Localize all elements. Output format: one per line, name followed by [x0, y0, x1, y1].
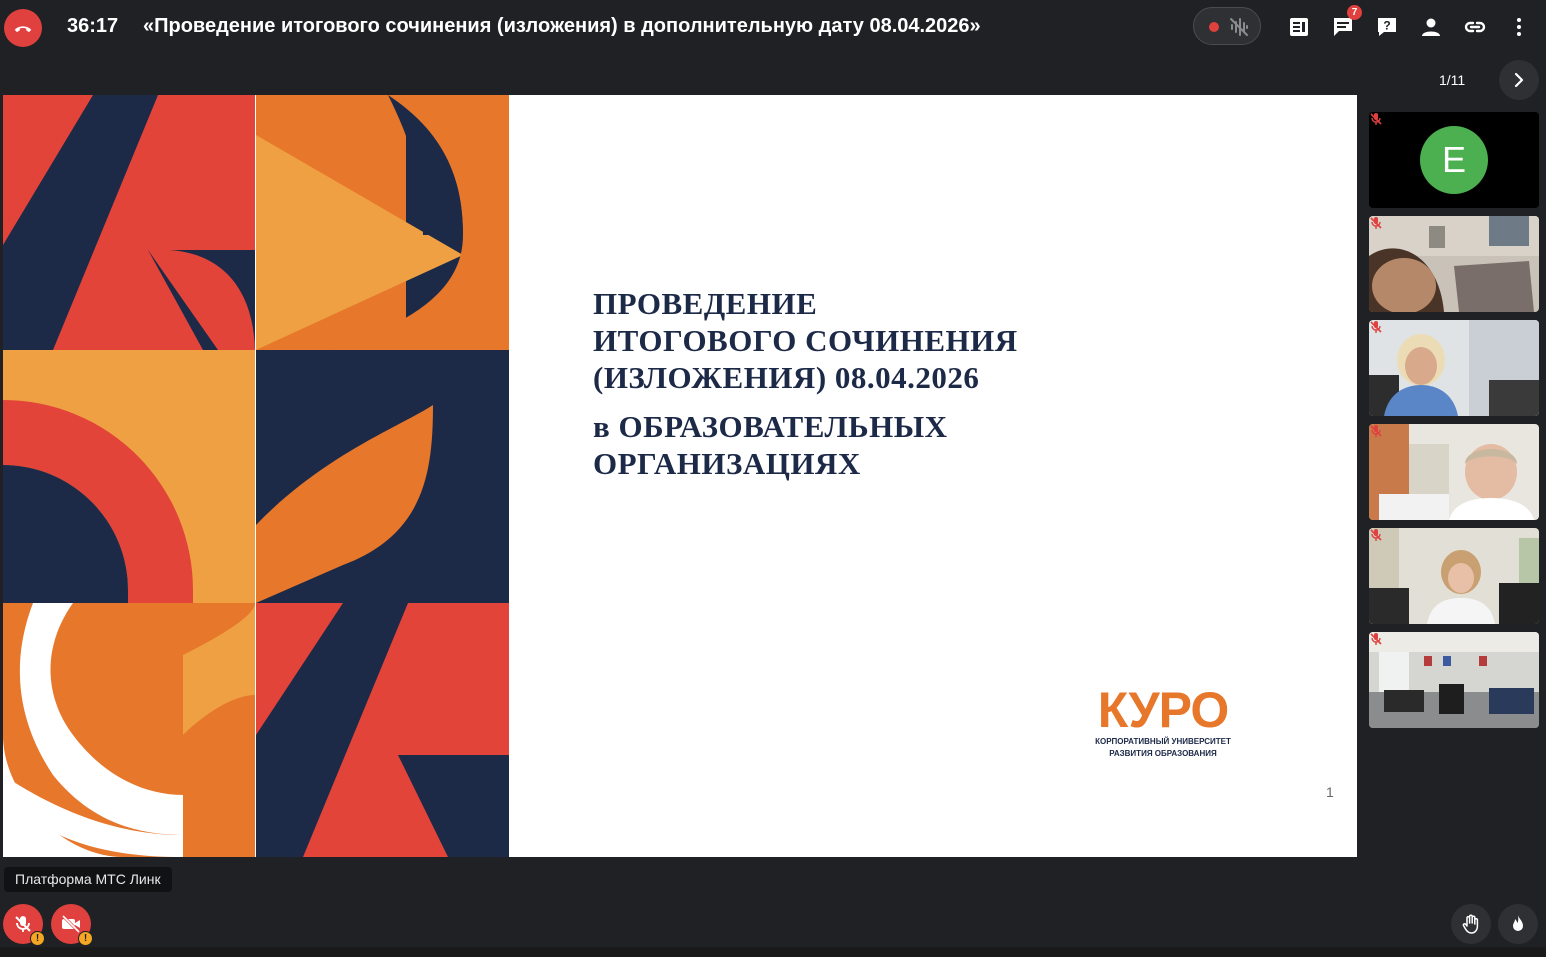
mic-muted-icon [1370, 217, 1382, 229]
more-options-button[interactable] [1506, 14, 1532, 40]
copy-link-button[interactable] [1462, 14, 1488, 40]
notes-button[interactable] [1286, 14, 1312, 40]
document-icon [1290, 18, 1308, 36]
bottom-edge [0, 947, 1546, 957]
participant-tile[interactable] [1369, 632, 1539, 728]
participant-video [1369, 632, 1539, 728]
mic-muted-icon [1370, 321, 1382, 333]
top-bar: 36:17 «Проведение итогового сочинения (и… [0, 0, 1546, 56]
chevron-right-icon [1514, 72, 1524, 88]
recording-indicator[interactable] [1193, 7, 1261, 45]
slide-number: 1 [1326, 784, 1334, 800]
raise-hand-button[interactable] [1451, 904, 1491, 944]
participants-button[interactable] [1418, 14, 1444, 40]
hand-icon [1462, 914, 1479, 934]
slide-title-line: ПРОВЕДЕНИЕ [593, 286, 818, 321]
participant-video [1369, 320, 1539, 416]
participant-tile[interactable] [1369, 320, 1539, 416]
mic-muted-icon [1370, 529, 1382, 541]
slide-title: ПРОВЕДЕНИЕ ИТОГОВОГО СОЧИНЕНИЯ (ИЗЛОЖЕНИ… [593, 285, 1018, 482]
slide-geometric-artwork [3, 95, 509, 857]
kuro-logo: КУРО КОРПОРАТИВНЫЙ УНИВЕРСИТЕТ РАЗВИТИЯ … [1083, 685, 1243, 759]
question-icon: ? [1378, 18, 1396, 36]
participant-tile[interactable] [1369, 528, 1539, 624]
slide-title-line: в ОБРАЗОВАТЕЛЬНЫХ [593, 409, 948, 444]
hangup-button[interactable] [4, 9, 42, 47]
mic-muted-icon [1370, 633, 1382, 645]
voice-off-icon [1230, 18, 1248, 36]
call-timer: 36:17 [67, 15, 119, 37]
reactions-button[interactable] [1498, 904, 1538, 944]
mic-warning-icon: ! [30, 931, 45, 946]
presentation-slide: ПРОВЕДЕНИЕ ИТОГОВОГО СОЧИНЕНИЯ (ИЗЛОЖЕНИ… [3, 95, 1357, 857]
slide-page-counter: 1/11 [1439, 72, 1466, 88]
svg-text:?: ? [1383, 19, 1390, 33]
mic-off-icon [15, 916, 31, 932]
logo-wordmark: КУРО [1097, 682, 1229, 738]
platform-tooltip: Платформа МТС Линк [4, 867, 172, 892]
record-dot-icon [1209, 22, 1219, 32]
fire-icon [1513, 915, 1523, 931]
camera-warning-icon: ! [78, 931, 93, 946]
participant-video [1369, 528, 1539, 624]
participant-video [1369, 424, 1539, 520]
link-icon [1464, 21, 1486, 33]
mic-muted-icon [1370, 113, 1382, 125]
event-title: «Проведение итогового сочинения (изложен… [143, 15, 981, 37]
participant-video [1369, 216, 1539, 312]
help-button[interactable]: ? [1374, 14, 1400, 40]
chat-unread-badge: 7 [1347, 5, 1362, 20]
phone-hangup-icon [14, 26, 32, 33]
logo-subtitle-line: КОРПОРАТИВНЫЙ УНИВЕРСИТЕТ [1095, 737, 1231, 746]
slide-title-line: ИТОГОВОГО СОЧИНЕНИЯ [593, 323, 1018, 358]
mic-muted-icon [1370, 425, 1382, 437]
participant-tile[interactable] [1369, 424, 1539, 520]
camera-off-icon [61, 914, 81, 934]
person-icon [1422, 18, 1440, 36]
participant-tile[interactable] [1369, 216, 1539, 312]
more-vertical-icon [1517, 18, 1521, 36]
next-slide-button[interactable] [1499, 60, 1539, 100]
slide-title-line: ОРГАНИЗАЦИЯХ [593, 446, 861, 481]
participant-tile[interactable]: E [1369, 112, 1539, 208]
slide-title-line: (ИЗЛОЖЕНИЯ) 08.04.2026 [593, 360, 980, 395]
logo-subtitle-line: РАЗВИТИЯ ОБРАЗОВАНИЯ [1109, 749, 1217, 758]
avatar: E [1420, 126, 1488, 194]
